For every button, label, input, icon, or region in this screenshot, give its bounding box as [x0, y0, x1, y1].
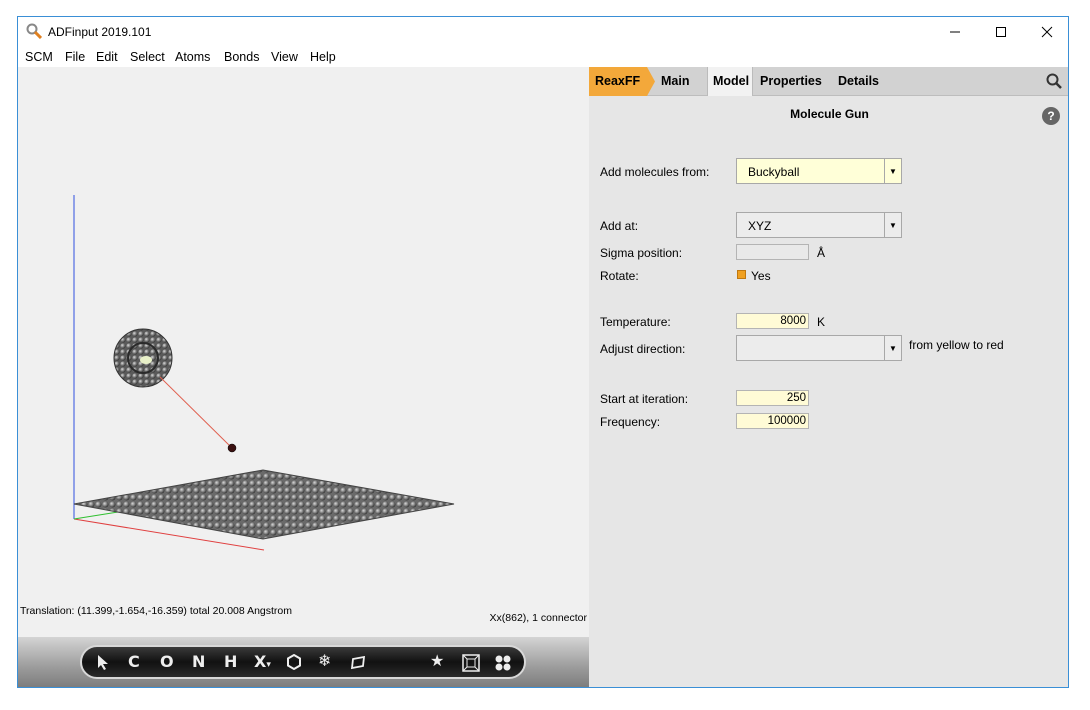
- minimize-button[interactable]: [932, 17, 978, 47]
- temperature-label: Temperature:: [600, 315, 671, 329]
- tool-oxygen[interactable]: O: [160, 652, 174, 671]
- window-title: ADFinput 2019.101: [48, 25, 152, 39]
- close-button[interactable]: [1024, 17, 1068, 47]
- add-at-label: Add at:: [600, 219, 639, 233]
- rotate-checkbox[interactable]: [737, 270, 746, 279]
- add-at-select[interactable]: XYZ ▼: [736, 212, 902, 238]
- tool-hydrogen[interactable]: H: [224, 652, 237, 671]
- tab-properties[interactable]: Properties: [760, 67, 836, 96]
- menu-atoms[interactable]: Atoms: [175, 50, 210, 64]
- app-window: ADFinput 2019.101 SCM File Edit Select A…: [17, 16, 1069, 688]
- sigma-unit: Å: [817, 246, 826, 260]
- maximize-icon: [996, 27, 1006, 37]
- chevron-down-icon: ▼: [884, 159, 901, 183]
- cube-icon[interactable]: [462, 654, 480, 676]
- gun-target-atom[interactable]: [227, 443, 237, 453]
- add-molecules-label: Add molecules from:: [600, 165, 710, 179]
- tab-details[interactable]: Details: [838, 67, 894, 96]
- minimize-icon: [950, 31, 960, 33]
- menu-bonds[interactable]: Bonds: [224, 50, 259, 64]
- sigma-position-input[interactable]: [736, 244, 809, 260]
- molecules-icon[interactable]: [494, 654, 512, 676]
- buckyball-center-atom: [140, 356, 152, 364]
- add-molecules-value: Buckyball: [748, 165, 800, 179]
- add-molecules-select[interactable]: Buckyball ▼: [736, 158, 902, 184]
- z-axis: [73, 511, 119, 520]
- bottom-toolbar: C O N H X▾ ❄ ★: [18, 637, 589, 687]
- temperature-unit: K: [817, 315, 826, 329]
- chevron-down-icon: ▼: [884, 213, 901, 237]
- section-heading: Molecule Gun: [790, 107, 869, 121]
- molecule-viewport[interactable]: Translation: (11.399,-1.654,-16.359) tot…: [18, 67, 589, 637]
- temperature-input[interactable]: 8000: [736, 313, 809, 329]
- selection-status: Xx(862), 1 connector: [489, 612, 587, 624]
- atom-toolbar: C O N H X▾ ❄ ★: [80, 645, 526, 679]
- settings-panel: ReaxFF Main Model Properties Details Mol…: [589, 67, 1068, 687]
- tab-main[interactable]: Main: [661, 67, 711, 96]
- start-iteration-label: Start at iteration:: [600, 392, 689, 406]
- frequency-input[interactable]: 100000: [736, 413, 809, 429]
- adjust-direction-label: Adjust direction:: [600, 342, 686, 356]
- sigma-position-label: Sigma position:: [600, 246, 683, 260]
- menu-bar: SCM File Edit Select Atoms Bonds View He…: [18, 47, 1068, 67]
- menu-file[interactable]: File: [65, 50, 85, 64]
- help-icon[interactable]: ?: [1042, 107, 1060, 125]
- tab-bar: ReaxFF Main Model Properties Details: [589, 67, 1068, 96]
- molecule-scene[interactable]: [18, 67, 589, 627]
- close-icon: [1041, 26, 1053, 38]
- add-at-value: XYZ: [748, 219, 772, 233]
- menu-select[interactable]: Select: [130, 50, 165, 64]
- search-icon[interactable]: [1046, 73, 1062, 92]
- snowflake-icon[interactable]: ❄: [318, 651, 331, 670]
- menu-help[interactable]: Help: [310, 50, 336, 64]
- tool-other-element[interactable]: X▾: [254, 652, 271, 671]
- ring-icon[interactable]: [286, 653, 302, 674]
- tool-nitrogen[interactable]: N: [192, 652, 205, 671]
- menu-scm[interactable]: SCM: [25, 50, 53, 64]
- adjust-direction-note: from yellow to red: [909, 338, 1004, 352]
- menu-view[interactable]: View: [271, 50, 298, 64]
- chevron-down-icon: ▼: [884, 336, 901, 360]
- rotate-value: Yes: [751, 269, 771, 283]
- app-logo-icon: [26, 23, 43, 40]
- adjust-direction-select[interactable]: ▼: [736, 335, 902, 361]
- translation-status: Translation: (11.399,-1.654,-16.359) tot…: [20, 605, 293, 617]
- maximize-button[interactable]: [978, 17, 1024, 47]
- tool-other-label: X: [254, 652, 267, 671]
- frequency-label: Frequency:: [600, 415, 661, 429]
- tab-model[interactable]: Model: [707, 67, 753, 96]
- title-bar: ADFinput 2019.101: [18, 17, 1068, 47]
- gun-direction-line: [159, 376, 233, 449]
- tab-reaxff[interactable]: ReaxFF: [589, 67, 655, 96]
- plane-icon[interactable]: [350, 655, 366, 674]
- menu-edit[interactable]: Edit: [96, 50, 118, 64]
- select-arrow-icon[interactable]: [96, 654, 110, 674]
- star-icon[interactable]: ★: [430, 651, 444, 670]
- tool-carbon[interactable]: C: [128, 652, 140, 671]
- rotate-label: Rotate:: [600, 269, 639, 283]
- start-iteration-input[interactable]: 250: [736, 390, 809, 406]
